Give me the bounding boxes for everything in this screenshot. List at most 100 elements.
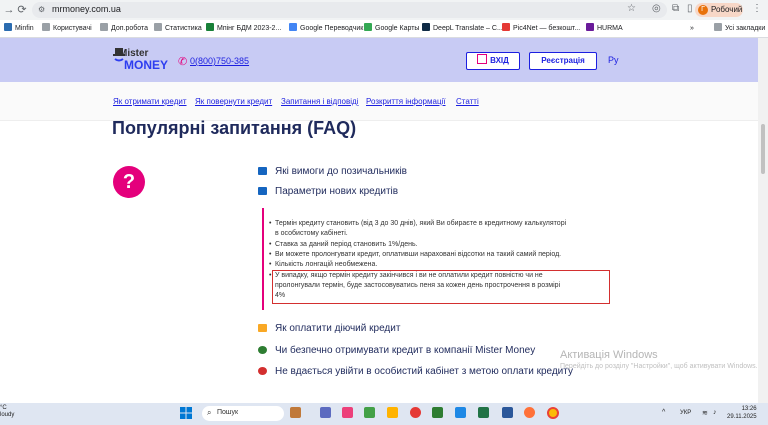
tray-chevron-icon[interactable]: ^: [662, 409, 665, 416]
faq-item-safety[interactable]: Чи безпечно отримувати кредит в компанії…: [258, 345, 535, 356]
nav-link-faq[interactable]: Запитання і відповіді: [281, 97, 358, 106]
reload-icon[interactable]: ⟳: [15, 3, 29, 17]
word-icon[interactable]: [502, 407, 513, 418]
forward-icon[interactable]: →: [2, 3, 16, 17]
volume-icon[interactable]: ♪: [713, 409, 717, 416]
answer-line: Ви можете пролонгувати кредит, оплативши…: [269, 251, 561, 258]
chrome-icon[interactable]: [547, 407, 559, 419]
weather-widget[interactable]: °C loudy: [0, 405, 14, 419]
address-bar[interactable]: [32, 2, 667, 18]
app-icon[interactable]: [455, 407, 466, 418]
extensions-icon[interactable]: ⧉: [672, 3, 679, 14]
folder-icon: [714, 23, 722, 31]
payment-icon: [258, 324, 267, 332]
answer-line-cont: пролонгували термін, буде застосовуватис…: [275, 282, 561, 289]
windows-start-icon[interactable]: [180, 407, 192, 419]
answer-line: У випадку, якщо термін кредиту закінчивс…: [269, 272, 543, 279]
bookmark-item[interactable]: Статистика: [154, 22, 202, 35]
bookmark-favicon-icon: [289, 23, 297, 31]
wallet-icon: [258, 187, 267, 195]
bookmark-item[interactable]: DeepL Translate – С...: [422, 22, 503, 35]
nav-link-articles[interactable]: Статті: [456, 97, 479, 106]
faq-item-pay-credit[interactable]: Як оплатити діючий кредит: [258, 323, 400, 334]
photos-icon[interactable]: [342, 407, 353, 418]
profile-avatar: Г: [698, 5, 708, 15]
bookmark-item[interactable]: Користувачі: [42, 22, 92, 35]
profile-label: Робочий: [711, 5, 743, 14]
error-circle-icon: [258, 367, 267, 375]
bookmark-label: Pic4Net — безкошт...: [513, 25, 581, 32]
bookmark-item[interactable]: Мпінг БДМ 2023-2...: [206, 22, 281, 35]
all-bookmarks-label: Усі закладки: [725, 25, 766, 32]
bookmark-label: Статистика: [165, 25, 202, 32]
camera-icon[interactable]: ◎: [652, 3, 661, 14]
clock[interactable]: 13:26 29.11.2025: [727, 405, 757, 421]
register-button[interactable]: Реєстрація: [529, 52, 597, 70]
faq-item-login-issue[interactable]: Не вдається увійти в особистий кабінет з…: [258, 366, 573, 377]
bookmark-favicon-icon: [4, 23, 12, 31]
site-info-icon[interactable]: ⚙: [38, 5, 45, 14]
task-view-icon[interactable]: [320, 407, 331, 418]
teams-icon[interactable]: [364, 407, 375, 418]
firefox-icon[interactable]: [524, 407, 535, 418]
weather-temp: °C: [0, 405, 7, 411]
menu-icon[interactable]: ⋮: [752, 3, 762, 14]
scrollbar-thumb[interactable]: [761, 124, 765, 174]
login-icon: [477, 54, 488, 64]
deer-icon[interactable]: [290, 407, 301, 418]
phone-icon: ✆: [178, 56, 188, 68]
login-button[interactable]: ВХІД: [466, 52, 520, 70]
opera-icon[interactable]: [410, 407, 421, 418]
faq-item-requirements[interactable]: Які вимоги до позичальників: [258, 166, 407, 177]
spreadsheet-icon[interactable]: [432, 407, 443, 418]
profile-button[interactable]: Г Робочий: [695, 3, 743, 17]
bookmark-item[interactable]: Google Карты: [364, 22, 419, 35]
clock-time: 13:26: [741, 406, 757, 412]
excel-icon[interactable]: [478, 407, 489, 418]
url-text: mrmoney.com.ua: [52, 4, 121, 14]
all-bookmarks[interactable]: Усі закладки: [714, 22, 765, 35]
windows-activation-subtitle: Перейдіть до розділу "Настройки", щоб ак…: [560, 363, 758, 370]
bookmark-label: Користувачі: [53, 25, 92, 32]
nav-link-get-credit[interactable]: Як отримати кредит: [113, 97, 187, 106]
taskbar: [0, 403, 768, 425]
nav-link-repay-credit[interactable]: Як повернути кредит: [195, 97, 272, 106]
bookmarks-overflow-icon[interactable]: »: [690, 22, 694, 35]
answer-line-cont: в особистому кабінеті.: [275, 230, 348, 237]
bookmark-favicon-icon: [502, 23, 510, 31]
file-explorer-icon[interactable]: [387, 407, 398, 418]
logo-text-bottom[interactable]: MONEY: [124, 58, 168, 72]
input-language[interactable]: УКР: [680, 410, 691, 416]
bookmark-item[interactable]: Доп.робота: [100, 22, 148, 35]
nav-link-disclosure[interactable]: Розкриття інформації: [366, 97, 446, 106]
faq-item-parameters[interactable]: Параметри нових кредитів: [258, 186, 398, 197]
question-icon: ?: [113, 166, 145, 198]
answer-line: Термін кредиту становить (від 3 до 30 дн…: [269, 220, 566, 227]
answer-line: Кількість лонгацій необмежена.: [269, 261, 377, 268]
bookmark-label: Доп.робота: [111, 25, 149, 32]
bookmark-item[interactable]: HURMA: [586, 22, 623, 35]
scrollbar[interactable]: [758, 38, 768, 403]
sidepanel-icon[interactable]: ▯: [687, 3, 693, 14]
bookmark-favicon-icon: [154, 23, 162, 31]
bookmark-favicon-icon: [100, 23, 108, 31]
bookmark-item[interactable]: Google Переводчик: [289, 22, 363, 35]
bookmark-label: HURMA: [597, 25, 623, 32]
bookmark-item[interactable]: Pic4Net — безкошт...: [502, 22, 580, 35]
phone-link[interactable]: 0(800)750-385: [190, 56, 249, 66]
faq-item-label: Параметри нових кредитів: [275, 186, 399, 197]
wifi-icon[interactable]: ≋: [702, 409, 708, 417]
bookmark-star-icon[interactable]: ☆: [627, 3, 636, 14]
windows-activation-title: Активація Windows: [560, 349, 658, 361]
faq-item-label: Які вимоги до позичальників: [275, 166, 407, 177]
bookmark-favicon-icon: [42, 23, 50, 31]
page-title: Популярні запитання (FAQ): [112, 118, 357, 138]
taskbar-search-label: Пошук: [217, 409, 239, 416]
bookmark-label: Google Карты: [375, 25, 420, 32]
language-switch[interactable]: Ру: [608, 55, 619, 65]
bookmark-favicon-icon: [206, 23, 214, 31]
taskbar-search[interactable]: [202, 406, 284, 421]
bookmark-item[interactable]: Minfin: [4, 22, 34, 35]
faq-item-label: Не вдається увійти в особистий кабінет з…: [275, 366, 573, 377]
answer-line-cont: 4%: [275, 292, 286, 299]
